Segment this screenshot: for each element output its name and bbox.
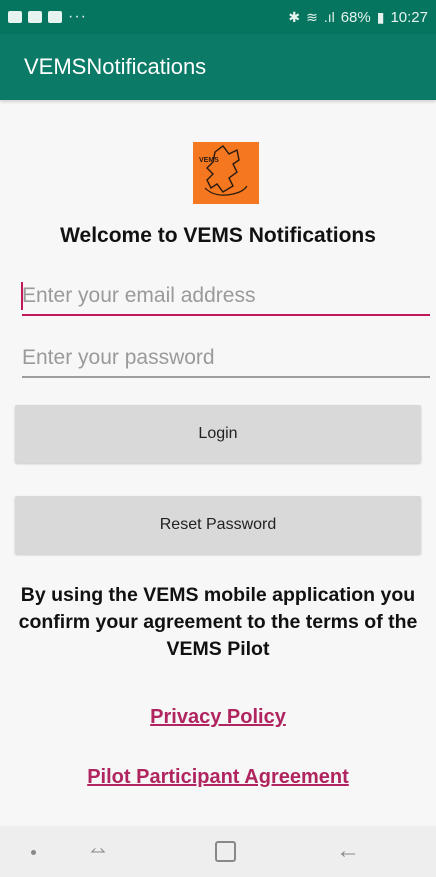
status-left: ··· xyxy=(8,8,87,26)
back-arrow-icon[interactable]: ← xyxy=(336,837,360,865)
nav-dot-icon xyxy=(31,850,36,855)
more-notifications-icon: ··· xyxy=(68,8,87,25)
status-bar: ··· ✱ ≋ .ıl 68% ▮ 10:27 xyxy=(0,0,436,34)
bluetooth-icon: ✱ xyxy=(288,8,301,25)
login-button[interactable]: Login xyxy=(15,405,421,463)
app-bar: VEMSNotifications xyxy=(0,34,436,100)
status-right: ✱ ≋ .ıl 68% ▮ 10:27 xyxy=(288,9,428,26)
password-input[interactable] xyxy=(22,340,430,378)
system-nav-bar: ⥎ ← xyxy=(0,826,436,877)
terms-text: By using the VEMS mobile application you… xyxy=(18,584,418,660)
email-input[interactable] xyxy=(22,278,430,316)
recent-apps-icon[interactable]: ⥎ xyxy=(90,840,106,863)
reset-password-button[interactable]: Reset Password xyxy=(15,496,421,554)
fox-logo-graphic: VEMS xyxy=(199,145,248,196)
signal-icon: .ıl xyxy=(323,9,335,25)
gallery-notification-icon xyxy=(8,11,22,23)
logo-text: VEMS xyxy=(199,157,219,164)
video-notification-icon xyxy=(48,11,62,23)
fox-logo-icon: VEMS xyxy=(193,142,259,204)
welcome-heading: Welcome to VEMS Notifications xyxy=(60,224,376,247)
text-cursor xyxy=(21,282,23,310)
app-title: VEMSNotifications xyxy=(24,54,207,79)
privacy-policy-link[interactable]: Privacy Policy xyxy=(0,706,436,729)
home-icon[interactable] xyxy=(215,841,236,862)
clock: 10:27 xyxy=(390,8,428,26)
message-notification-icon xyxy=(28,11,42,23)
battery-percent: 68% xyxy=(340,8,371,26)
pilot-agreement-link[interactable]: Pilot Participant Agreement xyxy=(0,766,436,789)
battery-icon: ▮ xyxy=(376,8,385,25)
wifi-icon: ≋ xyxy=(306,8,318,25)
